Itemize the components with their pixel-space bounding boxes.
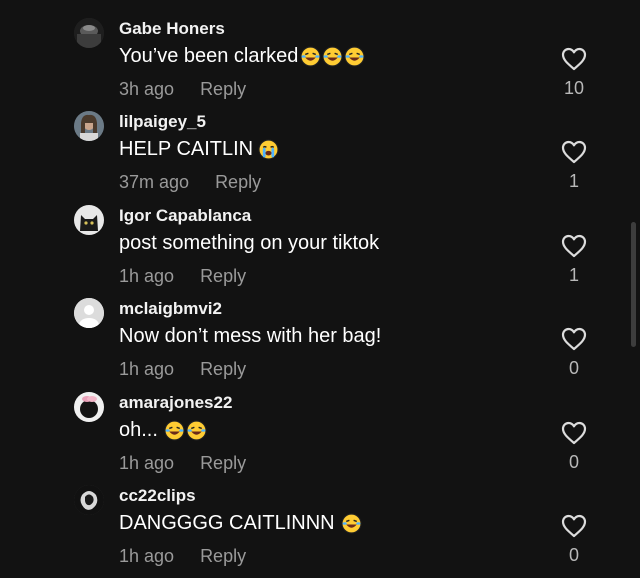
comment-username[interactable]: cc22clips	[119, 486, 196, 506]
heart-icon[interactable]	[561, 47, 587, 71]
laughing-emoji-icon	[164, 420, 185, 441]
avatar[interactable]	[74, 111, 104, 141]
laughing-emoji-group	[164, 420, 208, 441]
reply-button[interactable]: Reply	[200, 79, 246, 99]
scrollbar[interactable]	[631, 222, 636, 347]
reply-button[interactable]: Reply	[215, 172, 261, 192]
laughing-emoji-icon	[300, 46, 321, 67]
crying-emoji-group	[258, 139, 280, 160]
comment-text: DANGGGG CAITLINNN	[119, 512, 363, 535]
comment-time: 1h ago	[119, 359, 175, 379]
heart-icon[interactable]	[561, 514, 587, 538]
heart-icon[interactable]	[561, 327, 587, 351]
crying-emoji-icon	[258, 139, 279, 160]
laughing-emoji-icon	[344, 46, 365, 67]
comment-time: 1h ago	[119, 453, 175, 473]
avatar[interactable]	[74, 205, 104, 235]
comment-meta: 1h ago Reply	[119, 453, 246, 474]
comment-text: You’ve been clarked	[119, 45, 366, 68]
comment-time: 37m ago	[119, 172, 190, 192]
comment-time: 3h ago	[119, 79, 175, 99]
comment-meta: 1h ago Reply	[119, 546, 246, 567]
comment-username[interactable]: mclaigbmvi2	[119, 299, 222, 319]
previous-comment-fragment	[0, 0, 640, 6]
comment-text: oh...	[119, 419, 208, 442]
comment-username[interactable]: lilpaigey_5	[119, 112, 206, 132]
heart-icon[interactable]	[561, 140, 587, 164]
comment-text-content: DANGGGG CAITLINNN	[119, 512, 335, 534]
heart-icon[interactable]	[561, 234, 587, 258]
comment-text-content: post something on your tiktok	[119, 232, 380, 254]
comment-time: 1h ago	[119, 546, 175, 566]
avatar[interactable]	[74, 392, 104, 422]
comment-text-content: Now don’t mess with her bag!	[119, 325, 382, 347]
avatar[interactable]	[74, 18, 104, 48]
like-count: 1	[568, 265, 579, 285]
like-count: 0	[568, 452, 579, 472]
laughing-emoji-icon	[322, 46, 343, 67]
laughing-emoji-group	[300, 46, 366, 67]
reply-button[interactable]: Reply	[200, 453, 246, 473]
comment-item: amarajones22 oh... 1h ago Reply 0	[0, 392, 640, 485]
comment-item: Igor Capablanca post something on your t…	[0, 205, 640, 298]
comment-item: lilpaigey_5 HELP CAITLIN 37m ago Reply 1	[0, 111, 640, 204]
comment-username[interactable]: Gabe Honers	[119, 19, 225, 39]
comment-text: post something on your tiktok	[119, 232, 379, 255]
comment-text: HELP CAITLIN	[119, 138, 280, 161]
comment-text-content: oh...	[119, 419, 158, 441]
comment-username[interactable]: amarajones22	[119, 393, 232, 413]
reply-button[interactable]: Reply	[200, 359, 246, 379]
laughing-emoji-icon	[341, 513, 362, 534]
heart-icon[interactable]	[561, 421, 587, 445]
like-count: 1	[568, 171, 579, 191]
comment-text: Now don’t mess with her bag!	[119, 325, 381, 348]
like-count: 0	[568, 545, 579, 565]
avatar[interactable]	[74, 485, 104, 515]
comment-item: Gabe Honers You’ve been clarked 3h ago Re…	[0, 18, 640, 111]
like-count: 0	[568, 358, 579, 378]
comment-meta: 1h ago Reply	[119, 266, 246, 287]
comment-item: cc22clips DANGGGG CAITLINNN 1h ago Reply …	[0, 485, 640, 578]
laughing-emoji-icon	[186, 420, 207, 441]
comment-item: mclaigbmvi2 Now don’t mess with her bag!…	[0, 298, 640, 391]
comment-meta: 37m ago Reply	[119, 172, 261, 193]
comment-text-content: HELP CAITLIN	[119, 138, 254, 160]
reply-button[interactable]: Reply	[200, 546, 246, 566]
reply-button[interactable]: Reply	[200, 266, 246, 286]
comment-meta: 3h ago Reply	[119, 79, 246, 100]
laughing-emoji-group	[341, 513, 363, 534]
comment-time: 1h ago	[119, 266, 175, 286]
avatar[interactable]	[74, 298, 104, 328]
comment-text-content: You’ve been clarked	[119, 45, 299, 67]
like-count: 10	[563, 78, 585, 98]
comment-username[interactable]: Igor Capablanca	[119, 206, 251, 226]
comment-meta: 1h ago Reply	[119, 359, 246, 380]
